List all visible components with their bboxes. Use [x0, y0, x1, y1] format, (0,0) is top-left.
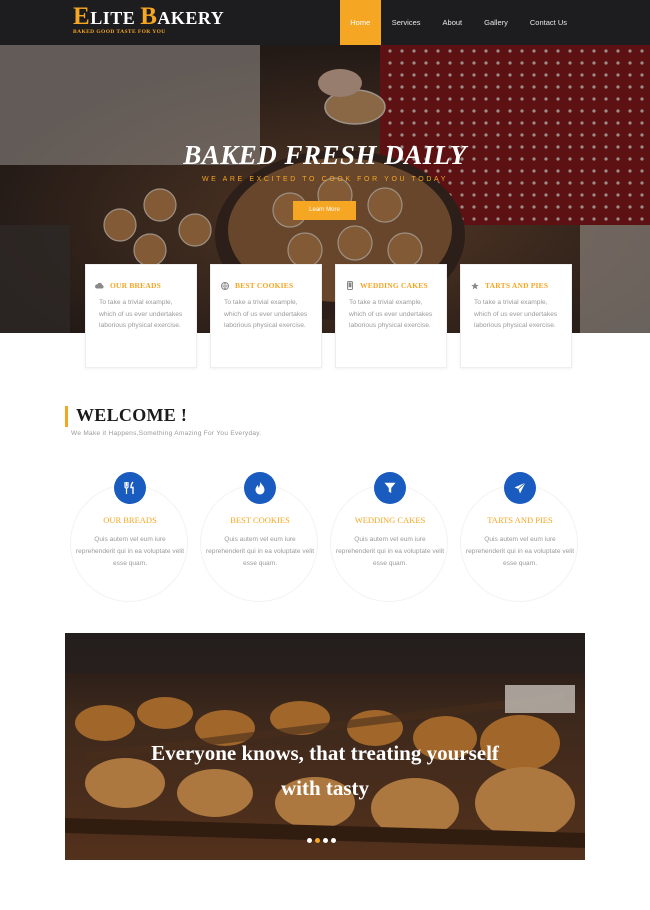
feature-card-text: To take a trivial example, which of us e… [474, 299, 558, 329]
nav-item-contact[interactable]: Contact Us [519, 0, 578, 45]
cloud-icon [95, 281, 104, 290]
service-item-tarts[interactable]: TARTS AND PIES Quis autem vel eum iure r… [455, 472, 585, 602]
feature-card-title: TARTS AND PIES [485, 281, 549, 290]
welcome-accent-bar [65, 406, 68, 427]
service-text: Quis autem vel eum iure reprehenderit qu… [205, 536, 315, 567]
service-item-breads[interactable]: OUR BREADS Quis autem vel eum iure repre… [65, 472, 195, 602]
service-title: TARTS AND PIES [487, 515, 553, 525]
testimonial-slider[interactable]: Everyone knows, that treating yourself w… [65, 633, 585, 860]
funnel-icon [374, 472, 406, 504]
service-text: Quis autem vel eum iure reprehenderit qu… [75, 536, 185, 567]
globe-icon [220, 281, 229, 290]
feature-card-title: WEDDING CAKES [360, 281, 428, 290]
service-title: BEST COOKIES [230, 515, 290, 525]
send-icon [504, 472, 536, 504]
logo-title: ELITE BAKERY [73, 3, 225, 30]
service-title: WEDDING CAKES [354, 515, 426, 525]
fire-icon [244, 472, 276, 504]
feature-card-text: To take a trivial example, which of us e… [224, 299, 308, 329]
feature-card-text: To take a trivial example, which of us e… [349, 299, 433, 329]
feature-card-title: OUR BREADS [110, 281, 161, 290]
logo-tagline: BAKED GOOD TASTE FOR YOU [73, 29, 166, 35]
main-nav: Home Services About Gallery Contact Us [339, 0, 578, 45]
cutlery-icon [114, 472, 146, 504]
service-item-wedding-cakes[interactable]: WEDDING CAKES Quis autem vel eum iure re… [325, 472, 455, 602]
banner-quote-line2: with tasty [280, 776, 370, 800]
feature-card-wedding-cakes[interactable]: WEDDING CAKES To take a trivial example,… [335, 264, 447, 368]
star-icon [470, 281, 479, 290]
feature-card-title: BEST COOKIES [235, 281, 294, 290]
hero-title: BAKED FRESH DAILY [183, 140, 467, 170]
service-title: OUR BREADS [103, 515, 157, 525]
service-text: Quis autem vel eum iure reprehenderit qu… [335, 536, 445, 567]
banner-quote-line1: Everyone knows, that treating yourself [151, 741, 499, 765]
feature-card-tarts[interactable]: TARTS AND PIES To take a trivial example… [460, 264, 572, 368]
welcome-subtitle: We Make it Happens,Something Amazing For… [71, 430, 262, 437]
hero-subtitle: WE ARE EXCITED TO COOK FOR YOU TODAY [201, 176, 449, 183]
nav-item-home[interactable]: Home [339, 0, 381, 45]
feature-card-breads[interactable]: OUR BREADS To take a trivial example, wh… [85, 264, 197, 368]
slider-dots [307, 838, 339, 843]
phone-icon [345, 281, 354, 290]
service-text: Quis autem vel eum iure reprehenderit qu… [465, 536, 575, 567]
service-item-cookies[interactable]: BEST COOKIES Quis autem vel eum iure rep… [195, 472, 325, 602]
nav-item-services[interactable]: Services [381, 0, 432, 45]
slider-dot[interactable] [331, 838, 336, 843]
nav-item-gallery[interactable]: Gallery [473, 0, 519, 45]
feature-card-cookies[interactable]: BEST COOKIES To take a trivial example, … [210, 264, 322, 368]
welcome-title: WELCOME ! [76, 405, 188, 425]
feature-card-text: To take a trivial example, which of us e… [99, 299, 183, 329]
navbar: ELITE BAKERY BAKED GOOD TASTE FOR YOU Ho… [0, 0, 650, 45]
slider-dot[interactable] [323, 838, 328, 843]
slider-dot[interactable] [307, 838, 312, 843]
learn-more-button[interactable]: Learn More [293, 201, 356, 220]
slider-dot-active[interactable] [315, 838, 320, 843]
nav-item-about[interactable]: About [432, 0, 474, 45]
site-logo[interactable]: ELITE BAKERY BAKED GOOD TASTE FOR YOU [73, 3, 225, 35]
